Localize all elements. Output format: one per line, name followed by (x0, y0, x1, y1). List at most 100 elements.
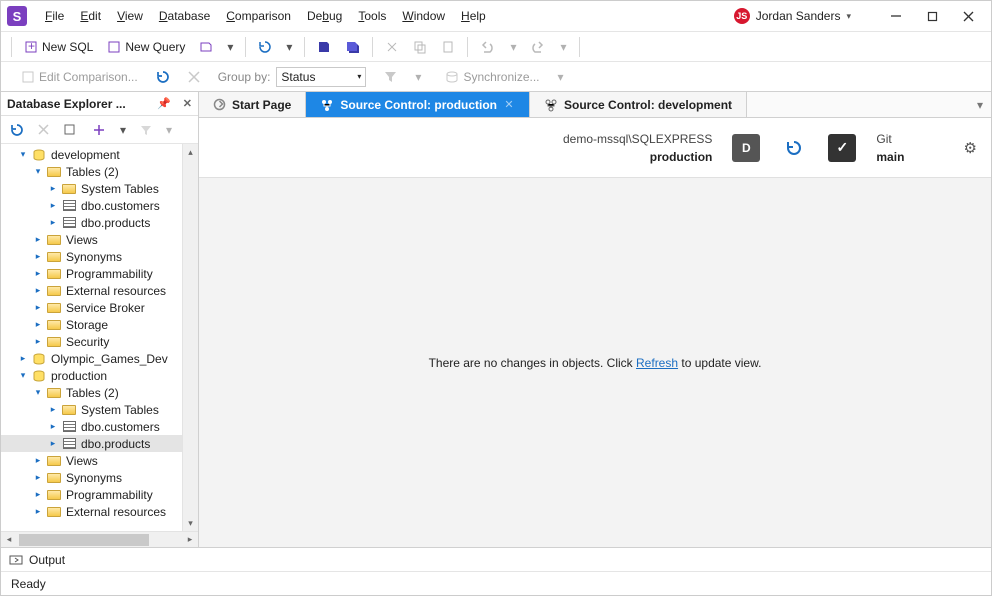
scroll-up-icon[interactable]: ▴ (183, 144, 198, 160)
filter-button[interactable] (378, 65, 403, 89)
expand-icon[interactable]: ▸ (31, 234, 45, 245)
tree-row[interactable]: ▸Programmability (1, 486, 182, 503)
menu-edit[interactable]: Edit (74, 5, 107, 27)
tree-row[interactable]: ▸Synonyms (1, 248, 182, 265)
tab-close-icon[interactable]: ✕ (503, 99, 515, 111)
tree-row[interactable]: ▸Synonyms (1, 469, 182, 486)
chevron-down-icon[interactable]: ▾ (280, 35, 298, 59)
menu-help[interactable]: Help (455, 5, 492, 27)
tab-start-page[interactable]: Start Page (199, 92, 306, 117)
chevron-down-icon[interactable]: ▾ (552, 65, 570, 89)
expand-icon[interactable]: ▸ (46, 183, 60, 194)
new-sql-button[interactable]: + New SQL (18, 35, 99, 59)
tree-row[interactable]: ▸External resources (1, 503, 182, 520)
expand-icon[interactable]: ▸ (46, 438, 60, 449)
menu-comparison[interactable]: Comparison (220, 5, 297, 27)
horizontal-scrollbar[interactable]: ◂ ▸ (1, 531, 198, 547)
tree-row[interactable]: ▸Service Broker (1, 299, 182, 316)
tree-row[interactable]: ▸System Tables (1, 180, 182, 197)
close-panel-icon[interactable]: ✕ (183, 97, 192, 110)
expand-icon[interactable]: ▾ (16, 149, 30, 160)
expand-icon[interactable]: ▸ (31, 336, 45, 347)
menu-debug[interactable]: Debug (301, 5, 348, 27)
refresh-source-control-button[interactable] (780, 136, 808, 160)
tree-row[interactable]: ▾development (1, 146, 182, 163)
tree-row[interactable]: ▸Olympic_Games_Dev (1, 350, 182, 367)
tree-row[interactable]: ▸Views (1, 231, 182, 248)
explorer-refresh-button[interactable] (4, 118, 30, 142)
toolbar-btn-open[interactable] (193, 35, 219, 59)
expand-icon[interactable]: ▸ (46, 404, 60, 415)
paste-button[interactable] (435, 35, 461, 59)
expand-icon[interactable]: ▸ (31, 302, 45, 313)
expand-icon[interactable]: ▸ (46, 200, 60, 211)
expand-icon[interactable]: ▸ (31, 251, 45, 262)
explorer-collapse-button[interactable] (57, 118, 82, 142)
expand-icon[interactable]: ▸ (31, 319, 45, 330)
tab-source-control-production[interactable]: Source Control: production ✕ (306, 92, 530, 117)
chevron-down-icon[interactable]: ▾ (221, 35, 239, 59)
expand-icon[interactable]: ▸ (31, 285, 45, 296)
save-all-button[interactable] (339, 35, 366, 59)
expand-icon[interactable]: ▾ (31, 166, 45, 177)
tree-row[interactable]: ▸dbo.customers (1, 197, 182, 214)
copy-button[interactable] (407, 35, 433, 59)
menu-window[interactable]: Window (396, 5, 451, 27)
refresh-link[interactable]: Refresh (636, 356, 678, 370)
chevron-down-icon[interactable]: ▾ (554, 35, 572, 59)
expand-icon[interactable]: ▸ (46, 217, 60, 228)
expand-icon[interactable]: ▸ (31, 472, 45, 483)
tree-row[interactable]: ▾production (1, 367, 182, 384)
expand-icon[interactable]: ▸ (31, 489, 45, 500)
tree-row[interactable]: ▸System Tables (1, 401, 182, 418)
explorer-delete-button[interactable] (32, 118, 55, 142)
explorer-tree[interactable]: ▾development▾Tables (2)▸System Tables▸db… (1, 144, 182, 531)
pin-icon[interactable]: 📌 (157, 97, 171, 110)
expand-icon[interactable]: ▾ (16, 370, 30, 381)
user-badge[interactable]: JS Jordan Sanders ▾ (734, 8, 851, 24)
expand-icon[interactable]: ▸ (31, 268, 45, 279)
tree-row[interactable]: ▸dbo.products (1, 435, 182, 452)
redo-button[interactable] (524, 35, 552, 59)
group-by-select[interactable]: Status ▾ (276, 67, 366, 87)
cut-button[interactable] (379, 35, 405, 59)
stop-button[interactable] (182, 65, 206, 89)
chevron-down-icon[interactable]: ▾ (409, 65, 427, 89)
scroll-right-icon[interactable]: ▸ (182, 532, 198, 547)
output-tab[interactable]: Output (29, 553, 65, 567)
toolbar-btn-refresh[interactable] (252, 35, 278, 59)
tab-source-control-development[interactable]: Source Control: development (530, 92, 747, 117)
settings-button[interactable]: ⚙ (964, 139, 977, 157)
close-button[interactable] (951, 5, 985, 27)
synchronize-button[interactable]: Synchronize... (439, 65, 545, 89)
tree-row[interactable]: ▸dbo.customers (1, 418, 182, 435)
tree-row[interactable]: ▸Programmability (1, 265, 182, 282)
vertical-scrollbar[interactable]: ▴ ▾ (182, 144, 198, 531)
scroll-thumb[interactable] (19, 534, 149, 546)
explorer-filter-button[interactable] (134, 118, 158, 142)
edit-comparison-button[interactable]: Edit Comparison... (15, 65, 144, 89)
expand-icon[interactable]: ▸ (31, 455, 45, 466)
scroll-down-icon[interactable]: ▾ (183, 515, 198, 531)
tree-row[interactable]: ▸Views (1, 452, 182, 469)
tree-row[interactable]: ▸Storage (1, 316, 182, 333)
tree-row[interactable]: ▸dbo.products (1, 214, 182, 231)
maximize-button[interactable] (915, 5, 949, 27)
chevron-down-icon[interactable]: ▾ (114, 118, 132, 142)
menu-view[interactable]: View (111, 5, 149, 27)
tree-row[interactable]: ▸Security (1, 333, 182, 350)
new-query-button[interactable]: New Query (101, 35, 191, 59)
chevron-down-icon[interactable]: ▾ (160, 118, 178, 142)
minimize-button[interactable] (879, 5, 913, 27)
scroll-left-icon[interactable]: ◂ (1, 532, 17, 547)
menu-tools[interactable]: Tools (352, 5, 392, 27)
menu-database[interactable]: Database (153, 5, 216, 27)
tree-row[interactable]: ▸External resources (1, 282, 182, 299)
save-button[interactable] (311, 35, 337, 59)
expand-icon[interactable]: ▸ (46, 421, 60, 432)
tree-row[interactable]: ▾Tables (2) (1, 163, 182, 180)
undo-button[interactable] (474, 35, 502, 59)
refresh-comparison-button[interactable] (150, 65, 176, 89)
chevron-down-icon[interactable]: ▾ (504, 35, 522, 59)
expand-icon[interactable]: ▾ (31, 387, 45, 398)
